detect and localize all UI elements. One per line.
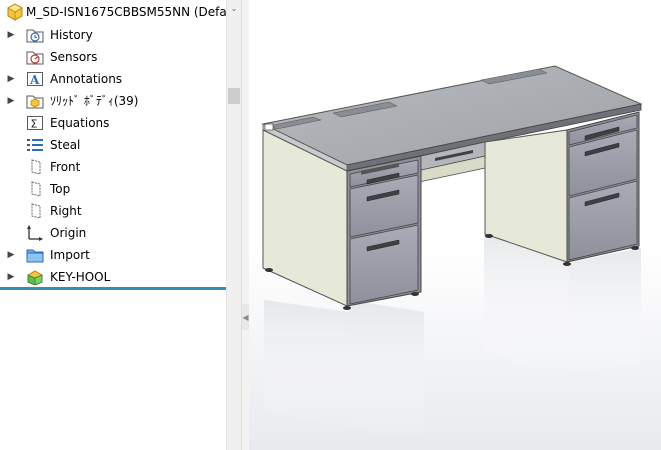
plane-icon	[26, 181, 44, 197]
origin-icon	[26, 225, 44, 241]
equations-icon: Σ	[26, 115, 44, 131]
plane-icon	[26, 159, 44, 175]
tree-item-equations[interactable]: Σ Equations	[0, 112, 226, 134]
material-icon	[26, 137, 44, 153]
feature-manager-tree: M_SD-ISN1675CBBSM55NN (Default< ▶ Histor…	[0, 0, 226, 450]
tree-item-label: Origin	[50, 226, 87, 240]
expand-arrow-icon[interactable]: ▶	[6, 244, 16, 266]
rollback-bar[interactable]	[0, 287, 226, 290]
collapse-panel-arrow-icon[interactable]: ◀	[242, 304, 249, 330]
svg-text:Σ: Σ	[31, 118, 38, 131]
tree-item-import[interactable]: ▶ Import	[0, 244, 226, 266]
tree-item-label: Steal	[50, 138, 81, 152]
tree-item-label: Right	[50, 204, 82, 218]
tree-item-material[interactable]: Steal	[0, 134, 226, 156]
folder-icon	[26, 247, 44, 263]
solid-bodies-folder-icon	[26, 93, 44, 109]
tree-item-label: Annotations	[50, 72, 123, 86]
tree-item-label: KEY-HOOL	[50, 270, 111, 284]
tree-scrollbar[interactable]: ⌄	[226, 0, 241, 450]
tree-root-part[interactable]: M_SD-ISN1675CBBSM55NN (Default<	[0, 0, 226, 24]
feature-icon	[26, 269, 44, 286]
part-icon	[6, 3, 24, 21]
expand-arrow-icon[interactable]: ▶	[6, 90, 16, 112]
tree-item-label: ｿﾘｯﾄﾞ ﾎﾞﾃﾞｨ(39)	[50, 94, 139, 108]
tree-item-label: Sensors	[50, 50, 98, 64]
tree-item-origin[interactable]: Origin	[0, 222, 226, 244]
history-folder-icon	[26, 27, 44, 43]
tree-item-right-plane[interactable]: Right	[0, 200, 226, 222]
tree-item-annotations[interactable]: ▶ A Annotations	[0, 68, 226, 90]
tree-item-label: History	[50, 28, 93, 42]
expand-arrow-icon[interactable]: ▶	[6, 68, 16, 90]
svg-text:A: A	[29, 73, 40, 87]
scroll-up-arrow-icon[interactable]: ⌄	[227, 0, 241, 16]
tree-item-history[interactable]: ▶ History	[0, 24, 226, 46]
graphics-viewport[interactable]	[249, 0, 661, 450]
tree-item-label: Front	[50, 160, 81, 174]
tree-item-sensors[interactable]: Sensors	[0, 46, 226, 68]
tree-item-label: Top	[50, 182, 71, 196]
tree-item-label: Equations	[50, 116, 110, 130]
tree-item-key-hool[interactable]: ▶ KEY-HOOL	[0, 266, 226, 288]
scroll-thumb[interactable]	[228, 88, 240, 104]
tree-item-front-plane[interactable]: Front	[0, 156, 226, 178]
tree-item-solid-bodies[interactable]: ▶ ｿﾘｯﾄﾞ ﾎﾞﾃﾞｨ(39)	[0, 90, 226, 112]
sensors-folder-icon	[26, 49, 44, 65]
annotations-icon: A	[26, 71, 44, 87]
desk-3d-model[interactable]	[249, 0, 661, 450]
tree-root-label: M_SD-ISN1675CBBSM55NN (Default<	[26, 5, 226, 19]
expand-arrow-icon[interactable]: ▶	[6, 266, 16, 288]
plane-icon	[26, 203, 44, 219]
expand-arrow-icon[interactable]: ▶	[6, 24, 16, 46]
tree-item-label: Import	[50, 248, 90, 262]
tree-item-top-plane[interactable]: Top	[0, 178, 226, 200]
